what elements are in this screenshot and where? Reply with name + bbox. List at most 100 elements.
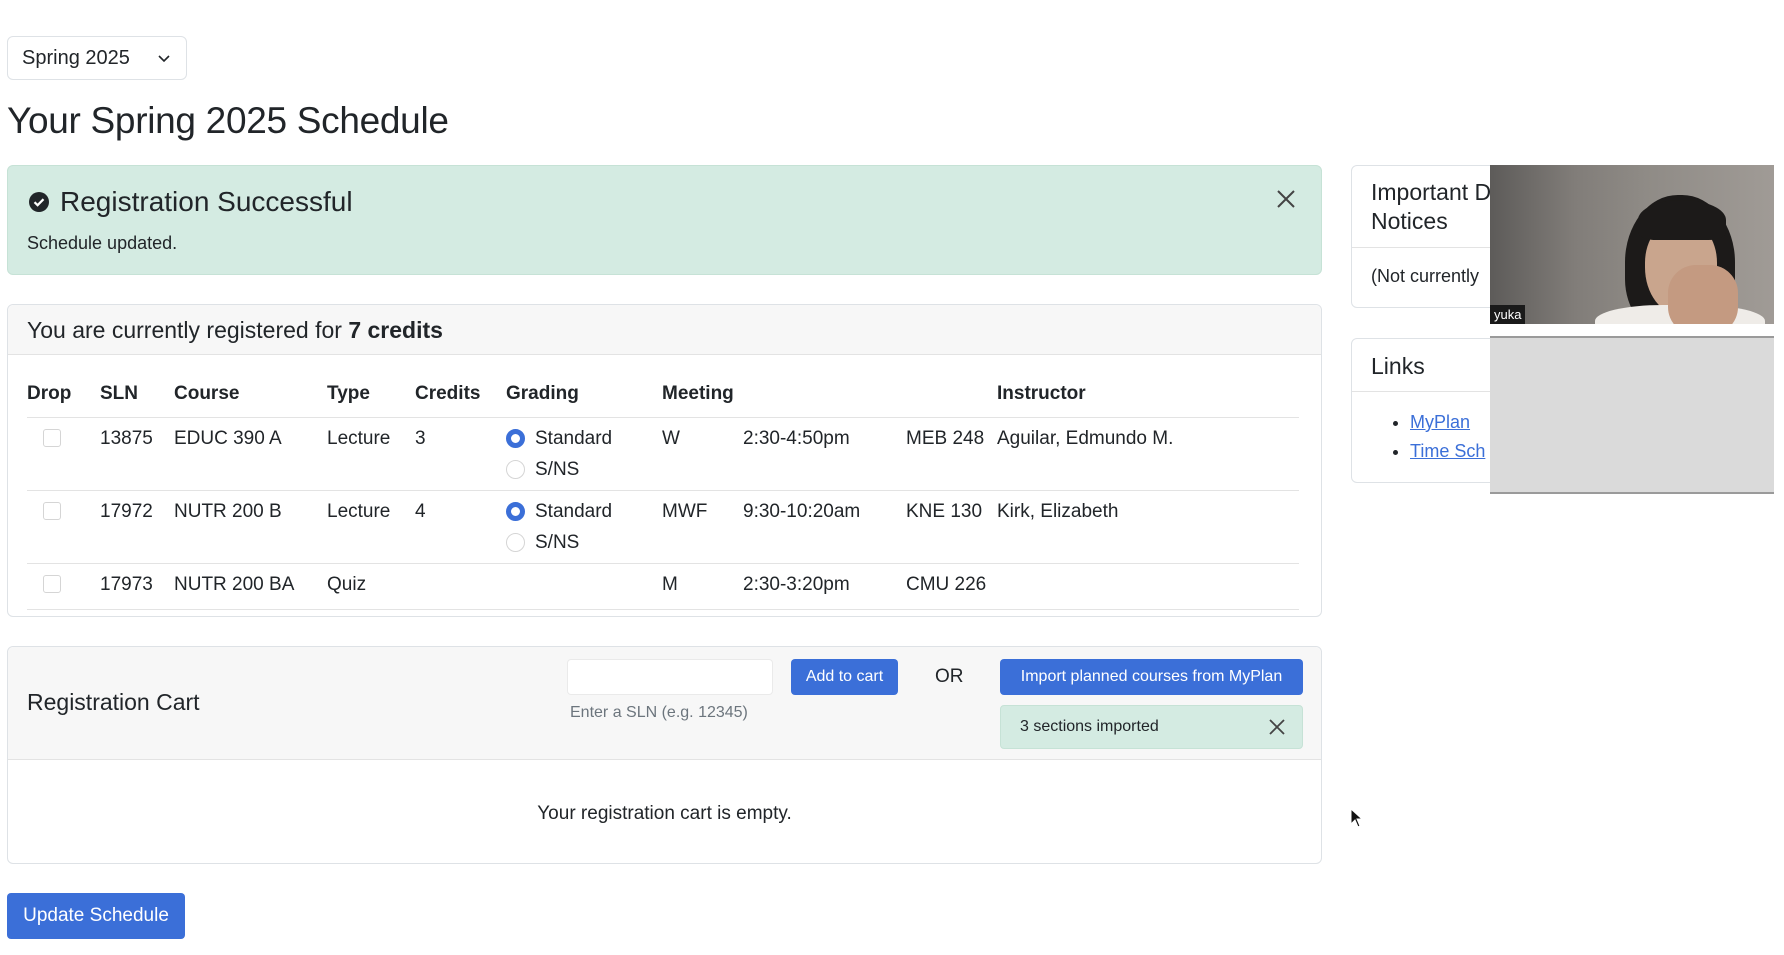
radio-selected[interactable] [506,502,525,521]
links-list: MyPlan Time Sch [1410,408,1485,466]
grading-cell: Standard S/NS [506,417,662,491]
column-header [906,371,997,418]
column-header: Drop [27,371,100,418]
days-cell: W [662,417,743,491]
list-item: MyPlan [1410,408,1485,437]
time-cell: 2:30-3:20pm [743,563,906,610]
mouse-cursor-icon [1350,808,1364,828]
credits-summary: You are currently registered for 7 credi… [8,305,1321,355]
grading-cell [506,563,662,610]
notices-title: Important D Notices [1371,178,1491,236]
credits-cell: 3 [415,417,506,491]
radio-unselected[interactable] [506,460,525,479]
credits-cell [415,563,506,610]
room-cell: CMU 226 [906,563,997,610]
video-feed: yuka [1490,165,1774,324]
grading-label: Standard [535,427,613,449]
page-title: Your Spring 2025 Schedule [7,100,449,141]
course-cell: NUTR 200 BA [174,563,327,610]
grading-option[interactable]: Standard [506,428,662,450]
course-cell: EDUC 390 A [174,417,327,491]
sln-cell: 17973 [100,563,174,610]
time-schedule-link[interactable]: Time Sch [1410,441,1485,461]
column-header: Course [174,371,327,418]
column-header [743,371,906,418]
grading-option[interactable]: S/NS [506,459,662,481]
cart-empty-message: Your registration cart is empty. [537,803,792,824]
sln-help-text: Enter a SLN (e.g. 12345) [570,704,748,721]
time-cell: 2:30-4:50pm [743,417,906,491]
drop-checkbox[interactable] [43,501,61,520]
credits-prefix: You are currently registered for [27,317,342,343]
myplan-link[interactable]: MyPlan [1410,412,1470,432]
success-alert: Registration Successful Schedule updated… [7,165,1322,275]
column-header: Meeting [662,371,743,418]
type-cell: Lecture [327,417,415,491]
column-header: SLN [100,371,174,418]
import-myplan-button[interactable]: Import planned courses from MyPlan [1000,659,1303,695]
course-cell: NUTR 200 B [174,490,327,564]
notices-body: (Not currently [1371,266,1480,286]
notices-title-line: Important D [1371,179,1492,205]
days-cell: MWF [662,490,743,564]
participant-name: yuka [1490,305,1526,324]
table-row: 17972 NUTR 200 B Lecture 4 Standard S/NS… [27,490,1299,564]
cart-title: Registration Cart [27,689,200,715]
column-header: Grading [506,371,662,418]
term-select[interactable]: Spring 2025 [7,36,187,80]
credits-total: 7 credits [348,317,443,343]
or-label: OR [935,666,964,687]
participant-hand [1668,265,1738,324]
import-status-alert: 3 sections imported [1000,705,1303,749]
close-icon[interactable] [1268,718,1286,736]
radio-selected[interactable] [506,429,525,448]
alert-heading: Registration Successful [28,186,353,218]
notices-title-line: Notices [1371,208,1448,234]
list-item: Time Sch [1410,437,1485,466]
drop-checkbox[interactable] [43,428,61,447]
grading-option[interactable]: Standard [506,501,662,523]
grading-label: S/NS [535,531,580,553]
type-cell: Lecture [327,490,415,564]
term-select-value: Spring 2025 [22,46,130,69]
time-cell: 9:30-10:20am [743,490,906,564]
grading-cell: Standard S/NS [506,490,662,564]
sln-input[interactable] [567,659,773,695]
video-feed-blank [1490,336,1774,494]
alert-message: Schedule updated. [27,233,178,253]
registration-cart-card: Registration Cart Enter a SLN (e.g. 1234… [7,646,1322,864]
links-title: Links [1371,353,1425,379]
sln-cell: 13875 [100,417,174,491]
participant-bangs [1638,200,1726,240]
column-header: Type [327,371,415,418]
grading-label: S/NS [535,458,580,480]
instructor-cell: Kirk, Elizabeth [997,490,1299,564]
schedule-card: You are currently registered for 7 credi… [7,304,1322,617]
check-circle-icon [29,192,49,212]
instructor-cell [997,563,1299,610]
type-cell: Quiz [327,563,415,610]
close-icon[interactable] [1273,186,1299,212]
drop-checkbox[interactable] [43,574,61,593]
chevron-down-icon [158,55,170,63]
credits-cell: 4 [415,490,506,564]
sln-cell: 17972 [100,490,174,564]
alert-title: Registration Successful [60,186,353,217]
room-cell: KNE 130 [906,490,997,564]
update-schedule-button[interactable]: Update Schedule [7,893,185,939]
grading-label: Standard [535,500,613,522]
add-to-cart-button[interactable]: Add to cart [791,659,898,695]
room-cell: MEB 248 [906,417,997,491]
instructor-cell: Aguilar, Edmundo M. [997,417,1299,491]
table-header-row: Drop SLN Course Type Credits Grading Mee… [27,371,1299,418]
grading-option[interactable]: S/NS [506,532,662,554]
import-status-text: 3 sections imported [1020,718,1159,735]
radio-unselected[interactable] [506,533,525,552]
table-row: 17973 NUTR 200 BA Quiz M 2:30-3:20pm CMU… [27,563,1299,610]
registration-table: Drop SLN Course Type Credits Grading Mee… [27,371,1299,610]
cart-header: Registration Cart Enter a SLN (e.g. 1234… [8,647,1321,760]
column-header: Credits [415,371,506,418]
table-row: 13875 EDUC 390 A Lecture 3 Standard S/NS… [27,417,1299,491]
days-cell: M [662,563,743,610]
column-header: Instructor [997,371,1299,418]
